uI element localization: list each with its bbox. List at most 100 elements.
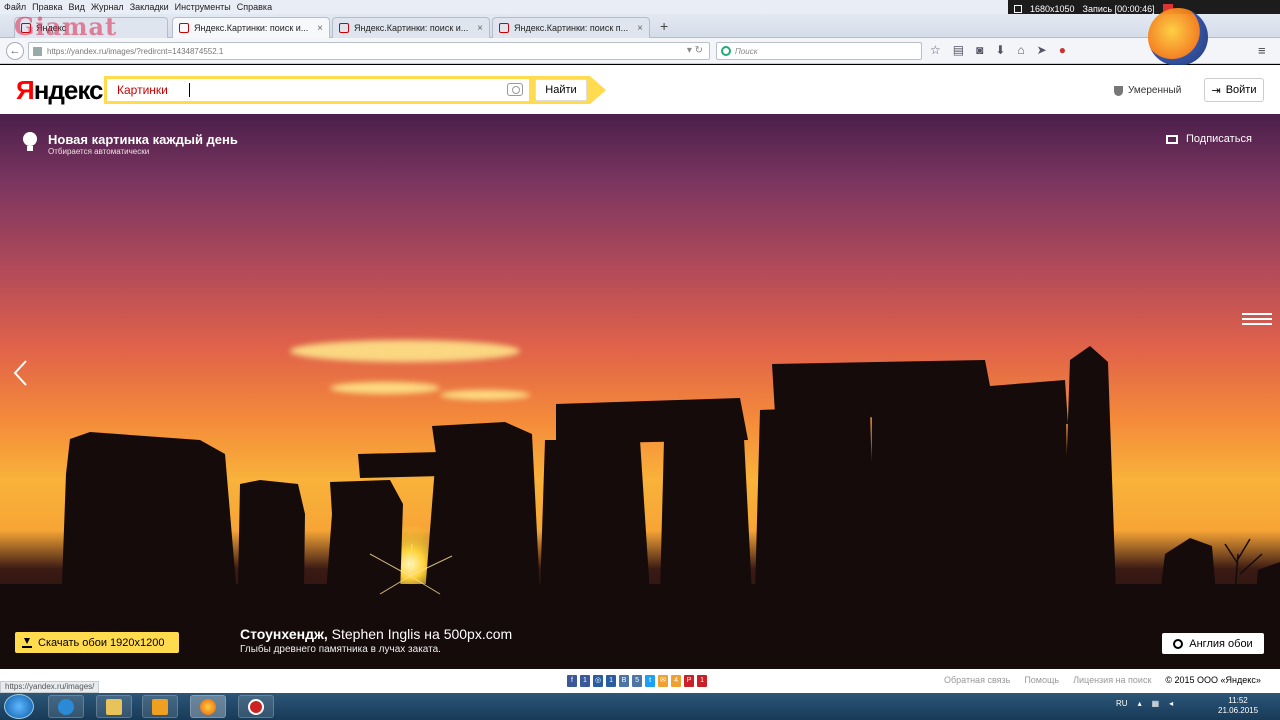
text-caret (189, 83, 190, 97)
close-tab-icon[interactable]: × (477, 23, 483, 34)
recorder-taskbar-button[interactable] (238, 695, 274, 718)
pocket-icon[interactable]: ◙ (976, 43, 983, 57)
tab-label: Яндекс.Картинки: поиск и... (354, 23, 469, 33)
system-tray: RU ▴ ▦ ◂ (1116, 699, 1173, 708)
search-button[interactable]: Найти (535, 79, 587, 101)
search-scope-label[interactable]: Картинки (117, 83, 168, 97)
login-button[interactable]: ⇥ Войти (1204, 78, 1264, 102)
clock-date: 21.06.2015 (1218, 706, 1259, 715)
send-icon[interactable]: ➤ (1037, 43, 1047, 57)
tray-arrow-icon[interactable]: ▴ (1138, 699, 1142, 708)
media-player-taskbar-button[interactable] (142, 695, 178, 718)
ie-taskbar-button[interactable] (48, 695, 84, 718)
firefox-icon (200, 699, 216, 715)
back-button[interactable]: ← (6, 42, 24, 60)
share-button[interactable]: В (619, 675, 630, 687)
image-favicon-icon (499, 23, 509, 33)
chevron-left-icon[interactable] (12, 359, 28, 387)
windows-taskbar: RU ▴ ▦ ◂ 11:52 21.06.2015 (0, 693, 1280, 720)
system-clock[interactable]: 11:52 21.06.2015 (1218, 696, 1258, 716)
tab-images-1[interactable]: Яндекс.Картинки: поиск и... × (172, 17, 330, 38)
url-bar[interactable]: https://yandex.ru/images/?redircnt=14348… (28, 42, 710, 60)
country-wallpapers-button[interactable]: Англия обои (1162, 633, 1264, 654)
subscribe-link[interactable]: Подписаться (1166, 133, 1252, 145)
tab-label: Яндекс (36, 23, 67, 33)
adblock-icon[interactable]: ● (1059, 43, 1066, 57)
volume-icon[interactable]: ◂ (1169, 699, 1173, 708)
menu-tools[interactable]: Инструменты (175, 2, 231, 12)
site-identity-icon[interactable] (33, 47, 42, 56)
image-search-input[interactable]: Картинки (107, 79, 529, 101)
daily-picture-header: Новая картинка каждый день Отбирается ав… (22, 132, 238, 156)
tab-label: Яндекс.Картинки: поиск и... (194, 23, 309, 33)
language-indicator[interactable]: RU (1116, 699, 1128, 708)
tab-yandex[interactable]: Яндекс (14, 17, 168, 38)
share-button[interactable]: P (684, 675, 695, 687)
filter-label: Умеренный (1128, 85, 1182, 96)
home-icon[interactable]: ⌂ (1017, 43, 1024, 57)
help-link[interactable]: Помощь (1024, 675, 1059, 685)
share-count: 4 (671, 675, 682, 687)
stonehenge-silhouette (0, 346, 1280, 669)
resize-icon[interactable] (1014, 5, 1022, 13)
yandex-header: Яндекс Картинки Найти Умеренный ⇥ Войти (0, 65, 1280, 114)
firefox-logo-icon (1148, 8, 1208, 66)
menu-lines-icon[interactable] (1240, 312, 1274, 326)
caption-title[interactable]: Стоунхендж, (240, 626, 328, 642)
share-count: 1 (697, 675, 708, 687)
daily-picture-title[interactable]: Новая картинка каждый день (48, 132, 238, 147)
download-wallpaper-button[interactable]: Скачать обои 1920x1200 (15, 632, 179, 653)
caption-description: Глыбы древнего памятника в лучах заката. (240, 644, 441, 655)
share-button[interactable]: ✉ (658, 675, 669, 687)
yandex-logo[interactable]: Яндекс (16, 75, 103, 106)
envelope-icon (1166, 134, 1178, 144)
bookmark-star-icon[interactable]: ☆ (930, 43, 941, 57)
license-link[interactable]: Лицензия на поиск (1073, 675, 1151, 685)
internet-explorer-icon (58, 699, 74, 715)
toolbar-icons: ☆ ▤ ◙ ⬇ ⌂ ➤ ● (930, 43, 1066, 57)
menu-edit[interactable]: Правка (32, 2, 62, 12)
share-count: 1 (606, 675, 617, 687)
network-icon[interactable]: ▦ (1152, 699, 1160, 708)
download-icon[interactable]: ⬇ (995, 43, 1005, 57)
url-text: https://yandex.ru/images/?redircnt=14348… (47, 46, 224, 56)
download-icon (22, 637, 32, 648)
share-button[interactable]: f (567, 675, 577, 687)
footer-links: Обратная связь Помощь Лицензия на поиск … (944, 675, 1261, 685)
reload-icon[interactable]: ▾ ↻ (687, 45, 703, 56)
browser-search-input[interactable]: Поиск (716, 42, 922, 60)
menu-help[interactable]: Справка (237, 2, 272, 12)
menu-view[interactable]: Вид (69, 2, 85, 12)
firefox-taskbar-button[interactable] (190, 695, 226, 718)
recorder-status: Запись [00:00:46] (1082, 4, 1155, 14)
menu-file[interactable]: Файл (4, 2, 26, 12)
start-button[interactable] (4, 694, 34, 719)
share-button[interactable]: t (645, 675, 656, 687)
caption-author[interactable]: Stephen Inglis на 500px.com (332, 626, 513, 642)
tab-images-3[interactable]: Яндекс.Картинки: поиск п... × (492, 17, 650, 38)
search-icon (1173, 638, 1184, 649)
share-buttons: f 1 ◎ 1 В 5 t ✉ 4 P 1 (567, 675, 708, 687)
image-search-form: Картинки Найти (104, 76, 606, 104)
search-engine-icon[interactable] (721, 46, 731, 56)
camera-icon[interactable] (507, 83, 523, 96)
menu-history[interactable]: Журнал (91, 2, 124, 12)
country-label: Англия обои (1189, 637, 1253, 650)
tab-label: Яндекс.Картинки: поиск п... (514, 23, 629, 33)
copyright: © 2015 ООО «Яндекс» (1165, 675, 1261, 685)
menu-bookmarks[interactable]: Закладки (130, 2, 169, 12)
page-footer: https://yandex.ru/images/ f 1 ◎ 1 В 5 t ✉ 4 P 1 Об… (0, 669, 1280, 693)
image-favicon-icon (339, 23, 349, 33)
picture-caption: Стоунхендж, Stephen Inglis на 500px.com … (240, 626, 512, 655)
safe-search-filter[interactable]: Умеренный (1114, 85, 1181, 96)
hamburger-menu-icon[interactable]: ≡ (1258, 43, 1266, 58)
close-tab-icon[interactable]: × (637, 23, 643, 34)
folder-icon (106, 699, 122, 715)
close-tab-icon[interactable]: × (317, 23, 323, 34)
reading-list-icon[interactable]: ▤ (953, 43, 964, 57)
feedback-link[interactable]: Обратная связь (944, 675, 1010, 685)
explorer-taskbar-button[interactable] (96, 695, 132, 718)
tab-images-2[interactable]: Яндекс.Картинки: поиск и... × (332, 17, 490, 38)
new-tab-button[interactable]: + (660, 18, 668, 34)
share-button[interactable]: ◎ (593, 675, 604, 687)
